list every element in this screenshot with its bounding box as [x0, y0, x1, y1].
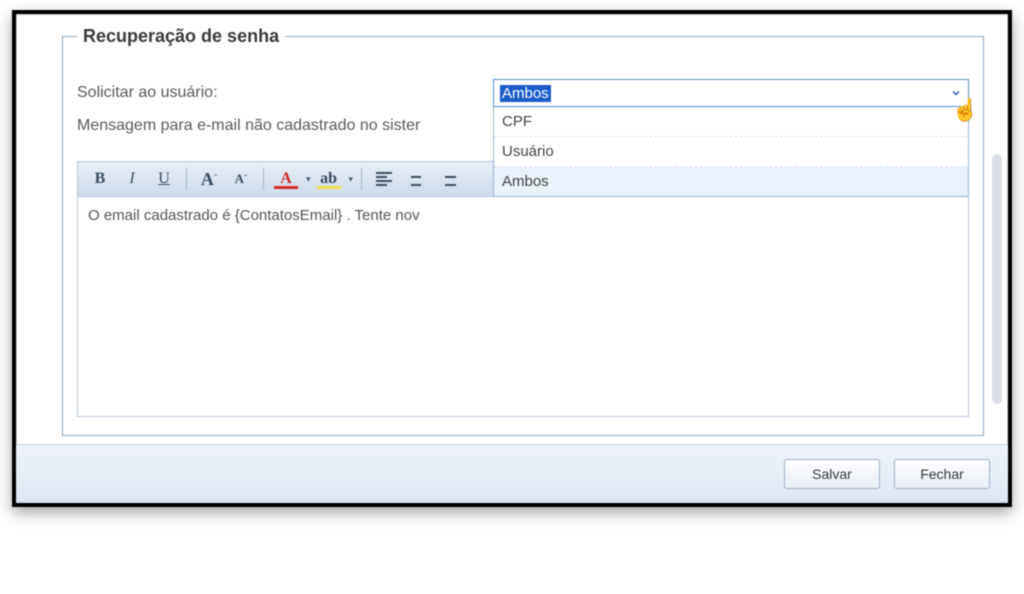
- toolbar-separator: [361, 168, 362, 190]
- content-area: Recuperação de senha Solicitar ao usuári…: [16, 14, 1008, 444]
- password-recovery-group: Recuperação de senha Solicitar ao usuári…: [62, 26, 984, 436]
- dialog-window: Recuperação de senha Solicitar ao usuári…: [12, 10, 1012, 507]
- toolbar-separator: [263, 168, 264, 190]
- align-left-button[interactable]: [370, 166, 398, 192]
- highlight-button[interactable]: ab: [315, 166, 343, 192]
- select-value: Ambos: [500, 85, 551, 102]
- label-solicitar: Solicitar ao usuário:: [77, 84, 493, 102]
- select-dropdown: CPF Usuário Ambos: [493, 107, 969, 197]
- bold-button[interactable]: B: [86, 166, 114, 192]
- save-button[interactable]: Salvar: [784, 459, 880, 489]
- underline-button[interactable]: U: [150, 166, 178, 192]
- message-editor[interactable]: O email cadastrado é {ContatosEmail} . T…: [77, 197, 969, 417]
- font-color-dropdown-icon[interactable]: ▾: [306, 174, 311, 185]
- font-increase-button[interactable]: Aˆ: [195, 166, 223, 192]
- select-solicitar-wrap: Ambos ☝ CPF Usuário Ambos: [493, 79, 969, 107]
- italic-button[interactable]: I: [118, 166, 146, 192]
- group-title: Recuperação de senha: [77, 26, 285, 47]
- row-solicitar: Solicitar ao usuário: Ambos ☝ CPF Usuári…: [77, 79, 969, 107]
- option-ambos[interactable]: Ambos: [494, 167, 968, 196]
- cursor-hand-icon: ☝: [952, 97, 979, 123]
- align-center-button[interactable]: [402, 166, 430, 192]
- highlight-dropdown-icon[interactable]: ▾: [349, 174, 354, 185]
- align-right-button[interactable]: [434, 166, 462, 192]
- font-color-button[interactable]: A: [272, 166, 300, 192]
- scrollbar-hint: [992, 154, 1002, 404]
- font-decrease-button[interactable]: Aˇ: [227, 166, 255, 192]
- select-solicitar[interactable]: Ambos: [493, 79, 969, 107]
- option-usuario[interactable]: Usuário: [494, 137, 968, 167]
- close-button[interactable]: Fechar: [894, 459, 990, 489]
- toolbar-separator: [186, 168, 187, 190]
- dialog-footer: Salvar Fechar: [16, 444, 1008, 503]
- option-cpf[interactable]: CPF: [494, 107, 968, 137]
- label-mensagem: Mensagem para e-mail não cadastrado no s…: [77, 117, 420, 135]
